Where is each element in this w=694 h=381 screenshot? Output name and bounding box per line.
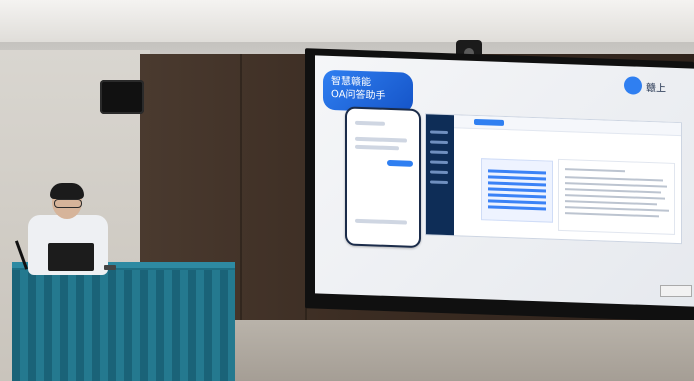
highlight-row	[488, 205, 546, 211]
highlight-row	[488, 199, 546, 205]
phone-input-line	[355, 218, 407, 225]
phone-header-line	[355, 120, 385, 126]
answer-text-line	[565, 206, 669, 212]
highlight-row	[488, 175, 546, 181]
answer-text-line	[565, 188, 661, 194]
presenter-glasses	[54, 199, 82, 208]
projection-screen: 智慧赣能 OA问答助手 赣上	[315, 55, 694, 307]
wall-sign	[660, 285, 692, 297]
dashboard-tab	[474, 118, 504, 126]
presenter-hair	[50, 183, 84, 199]
answer-heading-line	[565, 168, 625, 173]
company-logo: 赣上	[624, 76, 684, 98]
logo-mark	[624, 76, 642, 95]
answer-text-line	[565, 200, 657, 206]
sidebar-item	[430, 160, 448, 165]
sidebar-item	[430, 170, 448, 175]
phone-mockup	[345, 106, 421, 249]
meeting-room-photo: 智慧赣能 OA问答助手 赣上	[0, 0, 694, 381]
sidebar-item	[430, 150, 448, 155]
sidebar-item	[430, 130, 448, 135]
answer-text-line	[565, 212, 659, 218]
logo-text: 赣上	[646, 82, 666, 95]
phone-text-line	[355, 144, 399, 151]
answer-card	[558, 158, 675, 235]
phone-on-table	[104, 265, 116, 270]
dashboard-topbar	[454, 115, 681, 137]
highlight-row	[488, 181, 546, 187]
results-card	[481, 158, 553, 223]
answer-text-line	[565, 194, 665, 200]
badge-title-line-2: OA问答助手	[331, 88, 386, 102]
highlight-row	[488, 193, 546, 199]
sidebar-item	[430, 140, 448, 145]
dashboard-sidebar	[426, 114, 454, 236]
laptop	[48, 243, 94, 271]
highlight-row	[488, 169, 546, 175]
phone-text-line	[355, 136, 407, 143]
sidebar-item	[430, 180, 448, 185]
phone-chat-bubble	[387, 159, 413, 167]
highlight-row	[488, 187, 546, 193]
wall-speaker	[100, 80, 144, 114]
table-skirt	[12, 270, 235, 381]
web-dashboard-mockup	[425, 113, 682, 245]
answer-text-line	[565, 176, 663, 182]
answer-text-line	[565, 182, 667, 188]
floor	[230, 320, 694, 381]
